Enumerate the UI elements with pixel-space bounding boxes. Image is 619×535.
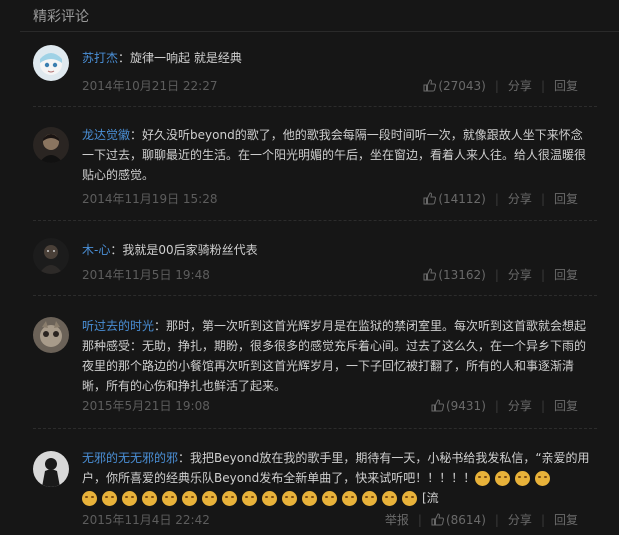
like-button[interactable]: (27043) [423,79,486,93]
cry-emoji-icon [242,491,257,506]
cry-emoji-icon [282,491,297,506]
comment-tail: [流 [422,491,439,505]
comment-time: 2014年11月5日 19:48 [82,268,210,282]
emoji-row [82,491,422,506]
avatar[interactable] [33,317,69,353]
share-button[interactable]: 分享 [508,77,532,94]
separator: | [494,78,499,93]
separator: | [540,512,545,527]
avatar[interactable] [33,451,69,487]
colon: ： [110,243,123,257]
colon: ： [118,51,131,65]
cry-emoji-icon [162,491,177,506]
colon: ： [154,319,167,333]
avatar[interactable] [33,45,69,81]
comment-username[interactable]: 无邪的无无邪的邪 [82,451,178,465]
comment-time: 2014年11月19日 15:28 [82,192,218,206]
reply-button[interactable]: 回复 [554,397,578,414]
comment-item: 木-心：我就是00后家骑粉丝代表 2014年11月5日 19:48 (13162… [0,221,619,296]
separator: | [494,398,499,413]
reply-button[interactable]: 回复 [554,77,578,94]
like-count: (9431) [445,398,486,413]
thumbs-up-icon [423,79,437,92]
cry-emoji-icon [402,491,417,506]
separator: | [494,191,499,206]
share-button[interactable]: 分享 [508,511,532,528]
like-count: (8614) [445,512,486,527]
separator: | [540,398,545,413]
thumbs-up-icon [423,268,437,281]
colon: ： [130,128,143,142]
comment-text: 我就是00后家骑粉丝代表 [122,243,258,257]
comment-text: 旋律一响起 就是经典 [130,51,242,65]
cry-emoji-icon [222,491,237,506]
avatar[interactable] [33,238,69,274]
separator: | [540,267,545,282]
comment-item: 无邪的无无邪的邪：我把Beyond放在我的歌手里，期待有一天，小秘书给我发私信，… [0,429,619,535]
comment-username[interactable]: 苏打杰 [82,51,118,65]
report-button[interactable]: 举报 [385,511,409,528]
thumbs-up-icon [423,192,437,205]
separator: | [540,78,545,93]
thumbs-up-icon [431,399,444,412]
reply-button[interactable]: 回复 [554,190,578,207]
like-count: (13162) [438,267,486,282]
like-button[interactable]: (9431) [431,399,486,413]
comment-item: 听过去的时光：那时，第一次听到这首光辉岁月是在监狱的禁闭室里。每次听到这首歌就会… [0,296,619,429]
share-button[interactable]: 分享 [508,190,532,207]
cry-emoji-icon [342,491,357,506]
like-count: (27043) [438,78,486,93]
cry-emoji-icon [182,491,197,506]
share-button[interactable]: 分享 [508,266,532,283]
separator: | [417,512,422,527]
cry-emoji-icon [262,491,277,506]
separator: | [494,512,499,527]
comment-item: 龙达觉徽：好久没听beyond的歌了，他的歌我会每隔一段时间听一次，就像跟故人坐… [0,107,619,221]
like-count: (14112) [438,191,486,206]
separator: | [494,267,499,282]
cry-emoji-icon [102,491,117,506]
avatar[interactable] [33,127,69,163]
reply-button[interactable]: 回复 [554,266,578,283]
thumbs-up-icon [431,513,444,526]
comment-time: 2014年10月21日 22:27 [82,79,218,93]
comment-username[interactable]: 听过去的时光 [82,319,154,333]
share-button[interactable]: 分享 [508,397,532,414]
comment-item: 苏打杰：旋律一响起 就是经典 2014年10月21日 22:27 (27043)… [0,32,619,107]
reply-button[interactable]: 回复 [554,511,578,528]
like-button[interactable]: (13162) [423,268,486,282]
cry-emoji-icon [382,491,397,506]
separator: | [540,191,545,206]
like-button[interactable]: (14112) [423,192,486,206]
comment-username[interactable]: 龙达觉徽 [82,128,130,142]
comment-time: 2015年5月21日 19:08 [82,399,210,413]
cry-emoji-icon [535,471,551,486]
comment-time: 2015年11月4日 22:42 [82,513,210,527]
cry-emoji-icon [142,491,157,506]
cry-emoji-icon [362,491,377,506]
cry-emoji-icon [322,491,337,506]
section-title: 精彩评论 [33,9,89,25]
like-button[interactable]: (8614) [431,513,486,527]
cry-emoji-icon [515,471,531,486]
cry-emoji-icon [302,491,317,506]
comment-text: 好久没听beyond的歌了，他的歌我会每隔一段时间听一次，就像跟故人坐下来怀念一… [82,128,587,182]
cry-emoji-icon [122,491,137,506]
colon: ： [178,451,191,465]
cry-emoji-icon [495,471,511,486]
cry-emoji-icon [202,491,217,506]
emoji-row [475,471,555,486]
comment-username[interactable]: 木-心 [82,243,110,257]
cry-emoji-icon [475,471,491,486]
cry-emoji-icon [82,491,97,506]
